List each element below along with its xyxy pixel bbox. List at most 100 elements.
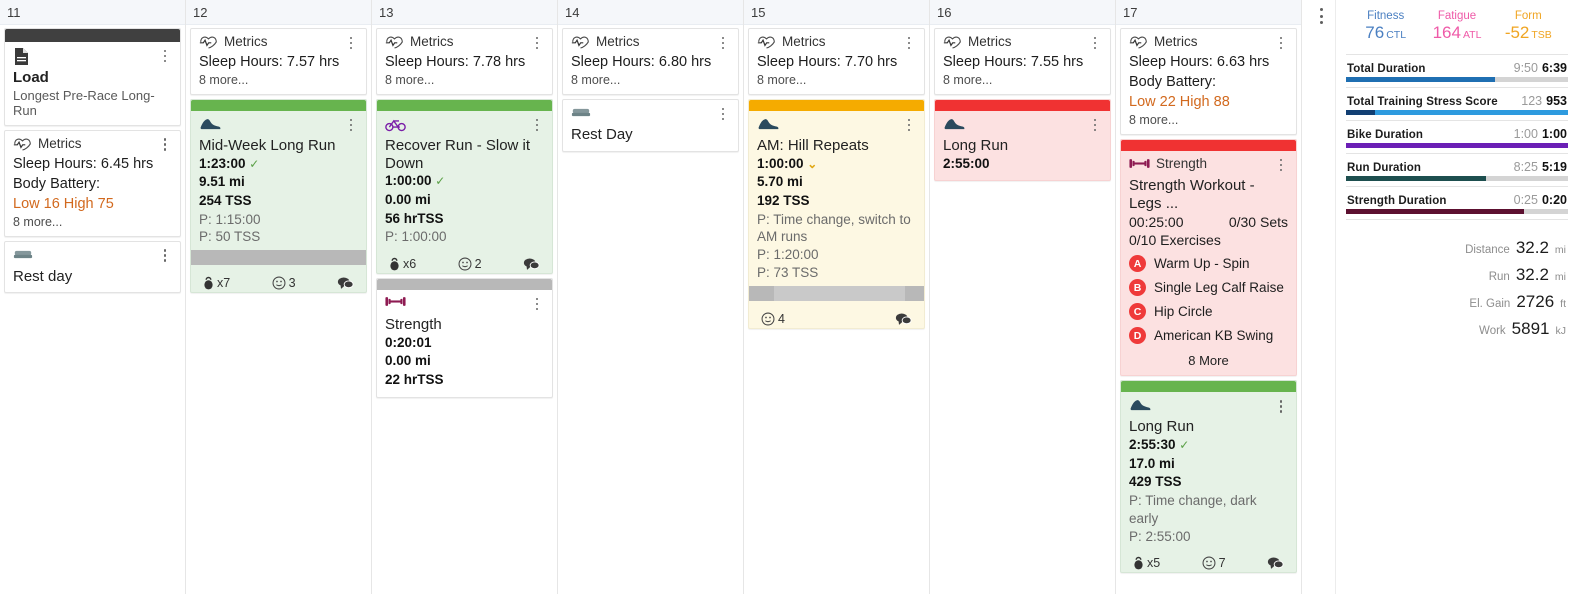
card-workout[interactable]: AM: Hill Repeats 1:00:00 ⌄ 5.70 mi 192 TSS…	[748, 99, 925, 329]
card-metrics[interactable]: Metrics Sleep Hours: 6.80 hrs 8 more...	[562, 28, 739, 95]
card-header	[13, 247, 172, 265]
exercise-row[interactable]: A Warm Up - Spin	[1129, 255, 1288, 273]
card-workout[interactable]: Long Run 2:55:30 ✓ 17.0 mi 429 TSS P: Time…	[1120, 380, 1297, 574]
card-menu-button[interactable]	[530, 116, 544, 134]
card-header	[1129, 397, 1288, 415]
day-column: 15 Metrics Sleep Hours: 7.70 hrs 8 more... A…	[744, 0, 930, 594]
card-menu-button[interactable]	[902, 34, 916, 52]
footer-item[interactable]: x5	[1133, 556, 1160, 570]
summary-metric-bar-fill	[1346, 77, 1495, 83]
card-menu-button[interactable]	[902, 116, 916, 134]
summary-metric-bar-fill	[1346, 209, 1524, 215]
card-workout[interactable]: Mid-Week Long Run 1:23:00 ✓ 9.51 mi 254 TS…	[190, 99, 367, 294]
planned-stat: P: Time change, dark early	[1129, 492, 1257, 526]
card-menu-button[interactable]	[1088, 34, 1102, 52]
card-metrics[interactable]: Metrics Sleep Hours: 7.70 hrs 8 more...	[748, 28, 925, 95]
compliance-bar-fill	[773, 285, 905, 301]
pmc-item: Form -52 TSB	[1493, 9, 1564, 43]
actual-value: 1:00	[1541, 127, 1567, 142]
dumbbell-icon	[385, 295, 406, 308]
card-icon-label: Metrics	[13, 136, 82, 151]
more-link[interactable]: 8 more...	[199, 73, 358, 87]
card-type-label: Metrics	[224, 34, 268, 49]
strength-summary-row: 00:25:00 0/30 Sets	[1129, 214, 1288, 230]
running-shoe-icon	[199, 116, 222, 133]
card-menu-button[interactable]	[158, 47, 172, 65]
more-link[interactable]: 8 more...	[385, 73, 544, 87]
more-link[interactable]: 8 more...	[571, 73, 730, 87]
exercise-more-link[interactable]: 8 More	[1129, 353, 1288, 368]
card-menu-button[interactable]	[344, 34, 358, 52]
exercise-row[interactable]: D American KB Swing	[1129, 327, 1288, 345]
day-card-list: Metrics Sleep Hours: 6.80 hrs 8 more... Res…	[558, 25, 743, 594]
card-menu-button[interactable]	[530, 34, 544, 52]
planned-stat: P: 1:00:00	[385, 229, 447, 245]
document-icon	[13, 47, 30, 66]
card-rest[interactable]: Rest day	[4, 240, 181, 294]
pmc-item: Fitness 76 CTL	[1350, 9, 1421, 43]
card-menu-button[interactable]	[1274, 397, 1288, 415]
footer-item[interactable]	[1267, 556, 1284, 570]
card-menu-button[interactable]	[158, 136, 172, 154]
footer-item[interactable]	[337, 276, 354, 290]
planned-stat: P: 2:55:00	[1129, 528, 1191, 544]
footer-item[interactable]: x6	[389, 257, 416, 271]
day-column: 16 Metrics Sleep Hours: 7.55 hrs 8 more... L…	[930, 0, 1116, 594]
card-rest[interactable]: Rest Day	[562, 99, 739, 152]
day-number: 17	[1116, 0, 1301, 25]
smiley-icon	[761, 312, 775, 326]
completed-check-icon: ✓	[1179, 438, 1190, 453]
footer-item[interactable]: 2	[458, 257, 482, 271]
card-metrics[interactable]: Metrics Sleep Hours: 7.78 hrs 8 more...	[376, 28, 553, 95]
summary-metric-bar-fill-secondary	[1346, 110, 1375, 116]
more-link[interactable]: 8 more...	[943, 73, 1102, 87]
card-type-label: Metrics	[596, 34, 640, 49]
workout-stat: 0.00 mi	[385, 192, 431, 207]
divider	[1346, 186, 1568, 188]
footer-item[interactable]: 4	[761, 312, 785, 326]
card-metrics[interactable]: Metrics Sleep Hours: 6.63 hrs Body Battery…	[1120, 28, 1297, 135]
more-link[interactable]: 8 more...	[757, 73, 916, 87]
workout-stat: 0:20:01	[385, 334, 432, 350]
card-workout[interactable]: Long Run 2:55:00	[934, 99, 1111, 182]
card-metrics[interactable]: Metrics Sleep Hours: 7.57 hrs 8 more...	[190, 28, 367, 95]
summary-metric-row: Strength Duration 0:25 0:20	[1346, 191, 1568, 209]
footer-item[interactable]: 7	[1202, 556, 1226, 570]
exercise-row[interactable]: C Hip Circle	[1129, 303, 1288, 321]
weekly-training-calendar: 11 Load Longest Pre-Race Long-Run Metrics Sl…	[0, 0, 1580, 594]
day-number: 13	[372, 0, 557, 25]
footer-item[interactable]: 3	[272, 276, 296, 290]
footer-item[interactable]	[523, 257, 540, 271]
card-title: Strength Workout - Legs ...	[1129, 177, 1255, 212]
card-menu-button[interactable]	[716, 105, 730, 123]
footer-item[interactable]	[895, 312, 912, 326]
divider	[1346, 120, 1568, 122]
metric-line: Body Battery:	[1129, 74, 1217, 90]
card-workout[interactable]: Recover Run - Slow it Down 1:00:00 ✓ 0.00 …	[376, 99, 553, 275]
more-link[interactable]: 8 more...	[1129, 113, 1288, 127]
card-menu-button[interactable]	[1088, 116, 1102, 134]
card-menu-button[interactable]	[530, 295, 544, 313]
metric-line: Sleep Hours: 7.70 hrs	[757, 54, 898, 70]
card-load[interactable]: Load Longest Pre-Race Long-Run	[4, 28, 181, 126]
card-metrics[interactable]: Metrics Sleep Hours: 6.45 hrs Body Battery…	[4, 129, 181, 237]
card-menu-button[interactable]	[716, 34, 730, 52]
summary-metric-bar-fill	[1346, 143, 1568, 149]
card-menu-button[interactable]	[1274, 34, 1288, 52]
kettlebell-icon	[1133, 556, 1144, 570]
footer-item[interactable]: x7	[203, 276, 230, 290]
exercise-row[interactable]: B Single Leg Calf Raise	[1129, 279, 1288, 297]
summary-metric-row: Run Duration 8:25 5:19	[1346, 158, 1568, 176]
card-menu-button[interactable]	[344, 116, 358, 134]
card-menu-button[interactable]	[158, 247, 172, 265]
card-metrics[interactable]: Metrics Sleep Hours: 7.55 hrs 8 more...	[934, 28, 1111, 95]
card-workout[interactable]: Strength 0:20:01 0.00 mi 22 hrTSS	[376, 278, 553, 398]
footer-item-count: 2	[474, 257, 482, 272]
panel-drag-handle[interactable]	[1308, 0, 1335, 594]
pmc-label: Form	[1514, 10, 1542, 22]
more-link[interactable]: 8 more...	[13, 215, 172, 229]
card-menu-button[interactable]	[1274, 156, 1288, 174]
card-strength[interactable]: Strength Strength Workout - Legs ... 00:25…	[1120, 139, 1297, 377]
smiley-icon	[272, 276, 286, 290]
card-body: Metrics Sleep Hours: 7.78 hrs 8 more...	[377, 29, 552, 94]
